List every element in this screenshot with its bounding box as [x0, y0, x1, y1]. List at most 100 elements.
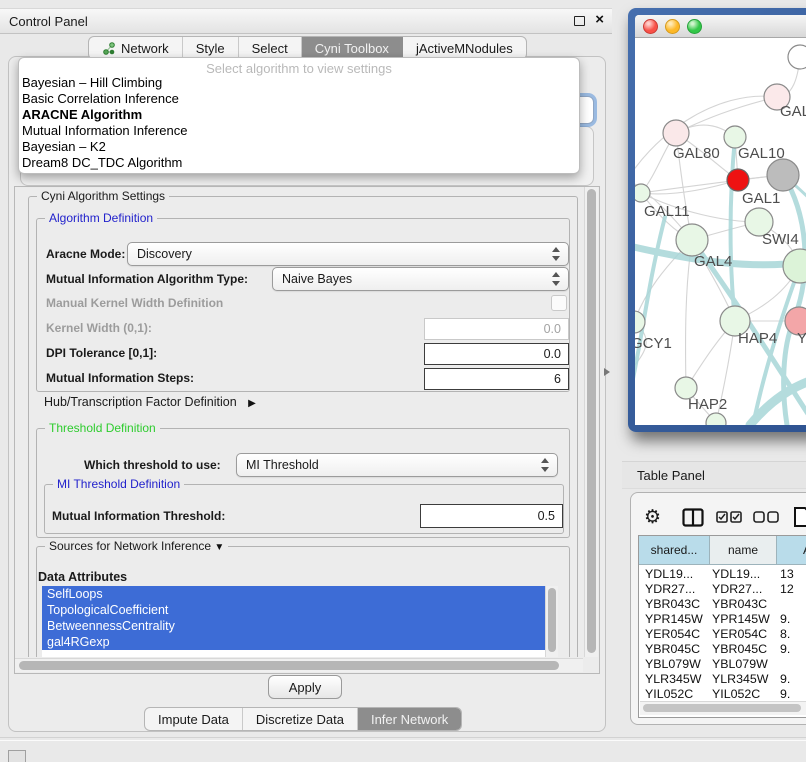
list-item[interactable]: gal4RGexp — [42, 634, 546, 650]
table-row[interactable]: YIL052CYIL052C9. — [639, 686, 806, 700]
dpi-tolerance-input[interactable]: 0.0 — [424, 343, 569, 365]
triangle-down-icon[interactable]: ▼ — [214, 542, 224, 553]
table-row[interactable]: YDR27...YDR27...12 — [639, 581, 806, 596]
gear-icon[interactable]: ⚙ — [644, 506, 661, 529]
group-title: Cyni Algorithm Settings — [37, 189, 169, 203]
tab-infer-network[interactable]: Infer Network — [358, 708, 461, 730]
list-item[interactable]: TopologicalCoefficient — [42, 602, 546, 618]
tab-label: Network — [121, 41, 169, 56]
mi-steps-input[interactable]: 6 — [424, 368, 569, 390]
node-gal4[interactable] — [676, 224, 708, 256]
node-label: GAL11 — [644, 203, 690, 220]
table-row[interactable]: YBL079WYBL079W — [639, 656, 806, 671]
table-row[interactable]: YER054CYER054C8. — [639, 626, 806, 641]
kernel-width-input[interactable]: 0.0 — [424, 318, 569, 340]
node[interactable] — [788, 45, 806, 69]
dropdown-prompt: Select algorithm to view settings — [19, 61, 579, 76]
column-header-name[interactable]: name — [710, 536, 777, 565]
table-horizontal-scrollbar[interactable] — [640, 701, 806, 715]
tab-impute-data[interactable]: Impute Data — [145, 708, 243, 730]
float-window-icon[interactable] — [574, 16, 585, 26]
node-label: Y — [797, 330, 806, 347]
network-window-titlebar[interactable] — [635, 15, 806, 38]
node-gal11[interactable] — [635, 184, 650, 202]
tab-network[interactable]: Network — [89, 37, 183, 59]
triangle-right-icon: ▶ — [248, 398, 256, 409]
group-title: Algorithm Definition — [45, 211, 157, 225]
chevron-updown-icon — [552, 247, 560, 261]
node-label: GCY1 — [635, 335, 672, 352]
table-rows: YDL19...YDL19...13 YDR27...YDR27...12 YB… — [639, 566, 806, 700]
node-gal80[interactable] — [663, 120, 689, 146]
screen: Control Panel × Network Style Select Cyn… — [0, 0, 806, 762]
close-icon[interactable]: × — [595, 11, 604, 28]
tab-select[interactable]: Select — [239, 37, 302, 59]
node-selected-red[interactable] — [727, 169, 749, 191]
node-label: GAL80 — [673, 145, 720, 162]
split-pane-icon[interactable] — [682, 508, 704, 527]
data-attributes-list: SelfLoops TopologicalCoefficient Between… — [42, 586, 558, 657]
panel-splitter-icon[interactable] — [604, 368, 610, 376]
mi-threshold-input[interactable]: 0.5 — [420, 504, 563, 528]
aracne-mode-label: Aracne Mode: — [46, 247, 125, 261]
network-canvas[interactable]: GAL80 GAL10 GAL1 GAL11 SWI4 GAL4 GCY1 HA… — [635, 37, 806, 425]
tab-discretize-data[interactable]: Discretize Data — [243, 708, 358, 730]
column-header-partial[interactable]: A — [777, 536, 806, 565]
algorithm-dropdown: Select algorithm to view settings Bayesi… — [18, 57, 580, 174]
which-threshold-combobox[interactable]: MI Threshold — [236, 453, 558, 477]
list-item[interactable]: SelfLoops — [42, 586, 546, 602]
settings-content: Cyni Algorithm Settings Algorithm Defini… — [15, 187, 583, 657]
column-header-shared-name[interactable]: shared... — [639, 536, 710, 565]
algorithm-option[interactable]: Mutual Information Inference — [22, 123, 187, 139]
node-label: HAP2 — [688, 396, 727, 413]
algorithm-option[interactable]: Bayesian – Hill Climbing — [22, 75, 162, 91]
manual-kernel-width-checkbox[interactable] — [551, 295, 567, 311]
page-icon[interactable] — [793, 506, 806, 528]
apply-button[interactable]: Apply — [268, 675, 342, 699]
partial-widget — [8, 750, 26, 762]
node-label: GAL1 — [742, 190, 780, 207]
mi-algorithm-type-combobox[interactable]: Naive Bayes — [272, 267, 569, 291]
table-panel-title: Table Panel — [637, 468, 705, 483]
table-panel-titlebar: Table Panel — [622, 461, 806, 489]
network-icon — [102, 42, 115, 55]
tab-cyni-toolbox[interactable]: Cyni Toolbox — [302, 37, 403, 59]
dpi-tolerance-label: DPI Tolerance [0,1]: — [46, 346, 157, 360]
mi-threshold-label: Mutual Information Threshold: — [52, 509, 225, 523]
mac-zoom-button[interactable] — [687, 19, 702, 34]
hub-definition-expander[interactable]: Hub/Transcription Factor Definition ▶ — [44, 395, 256, 409]
table-row[interactable]: YBR043CYBR043C — [639, 596, 806, 611]
node-gray[interactable] — [767, 159, 799, 191]
kernel-width-label: Kernel Width (0,1): — [46, 321, 152, 335]
aracne-mode-combobox[interactable]: Discovery — [127, 242, 569, 266]
list-item[interactable]: BetweennessCentrality — [42, 618, 546, 634]
node-label: HAP4 — [738, 330, 777, 347]
tab-style[interactable]: Style — [183, 37, 239, 59]
node-swi4[interactable] — [783, 249, 806, 283]
node-label: SWI4 — [762, 231, 799, 248]
tab-jactivemnodules[interactable]: jActiveMNodules — [403, 37, 526, 59]
mi-steps-label: Mutual Information Steps: — [46, 371, 194, 385]
algorithm-option-highlighted[interactable]: ARACNE Algorithm — [22, 107, 142, 123]
bottom-separator — [0, 737, 806, 741]
node-label: GAL — [780, 103, 806, 120]
algorithm-option[interactable]: Dream8 DC_TDC Algorithm — [22, 155, 182, 171]
algorithm-option[interactable]: Basic Correlation Inference — [22, 91, 179, 107]
chevron-updown-icon — [552, 272, 560, 286]
mac-minimize-button[interactable] — [665, 19, 680, 34]
algorithm-option[interactable]: Bayesian – K2 — [22, 139, 106, 155]
mac-close-button[interactable] — [643, 19, 658, 34]
table-row[interactable]: YDL19...YDL19...13 — [639, 566, 806, 581]
settings-horizontal-scrollbar[interactable] — [15, 658, 583, 672]
table-row[interactable]: YPR145WYPR145W9. — [639, 611, 806, 626]
select-all-columns-icon[interactable] — [716, 511, 743, 523]
list-scrollbar[interactable] — [545, 586, 558, 657]
cyni-bottom-tabstrip: Impute Data Discretize Data Infer Networ… — [144, 707, 462, 731]
deselect-all-columns-icon[interactable] — [753, 511, 780, 523]
chevron-updown-icon — [541, 458, 549, 472]
node-label: GAL10 — [738, 145, 785, 162]
settings-vertical-scrollbar[interactable] — [584, 187, 598, 657]
table-row[interactable]: YLR345WYLR345W9. — [639, 671, 806, 686]
table-row[interactable]: YBR045CYBR045C9. — [639, 641, 806, 656]
node-label: GAL4 — [694, 253, 732, 270]
